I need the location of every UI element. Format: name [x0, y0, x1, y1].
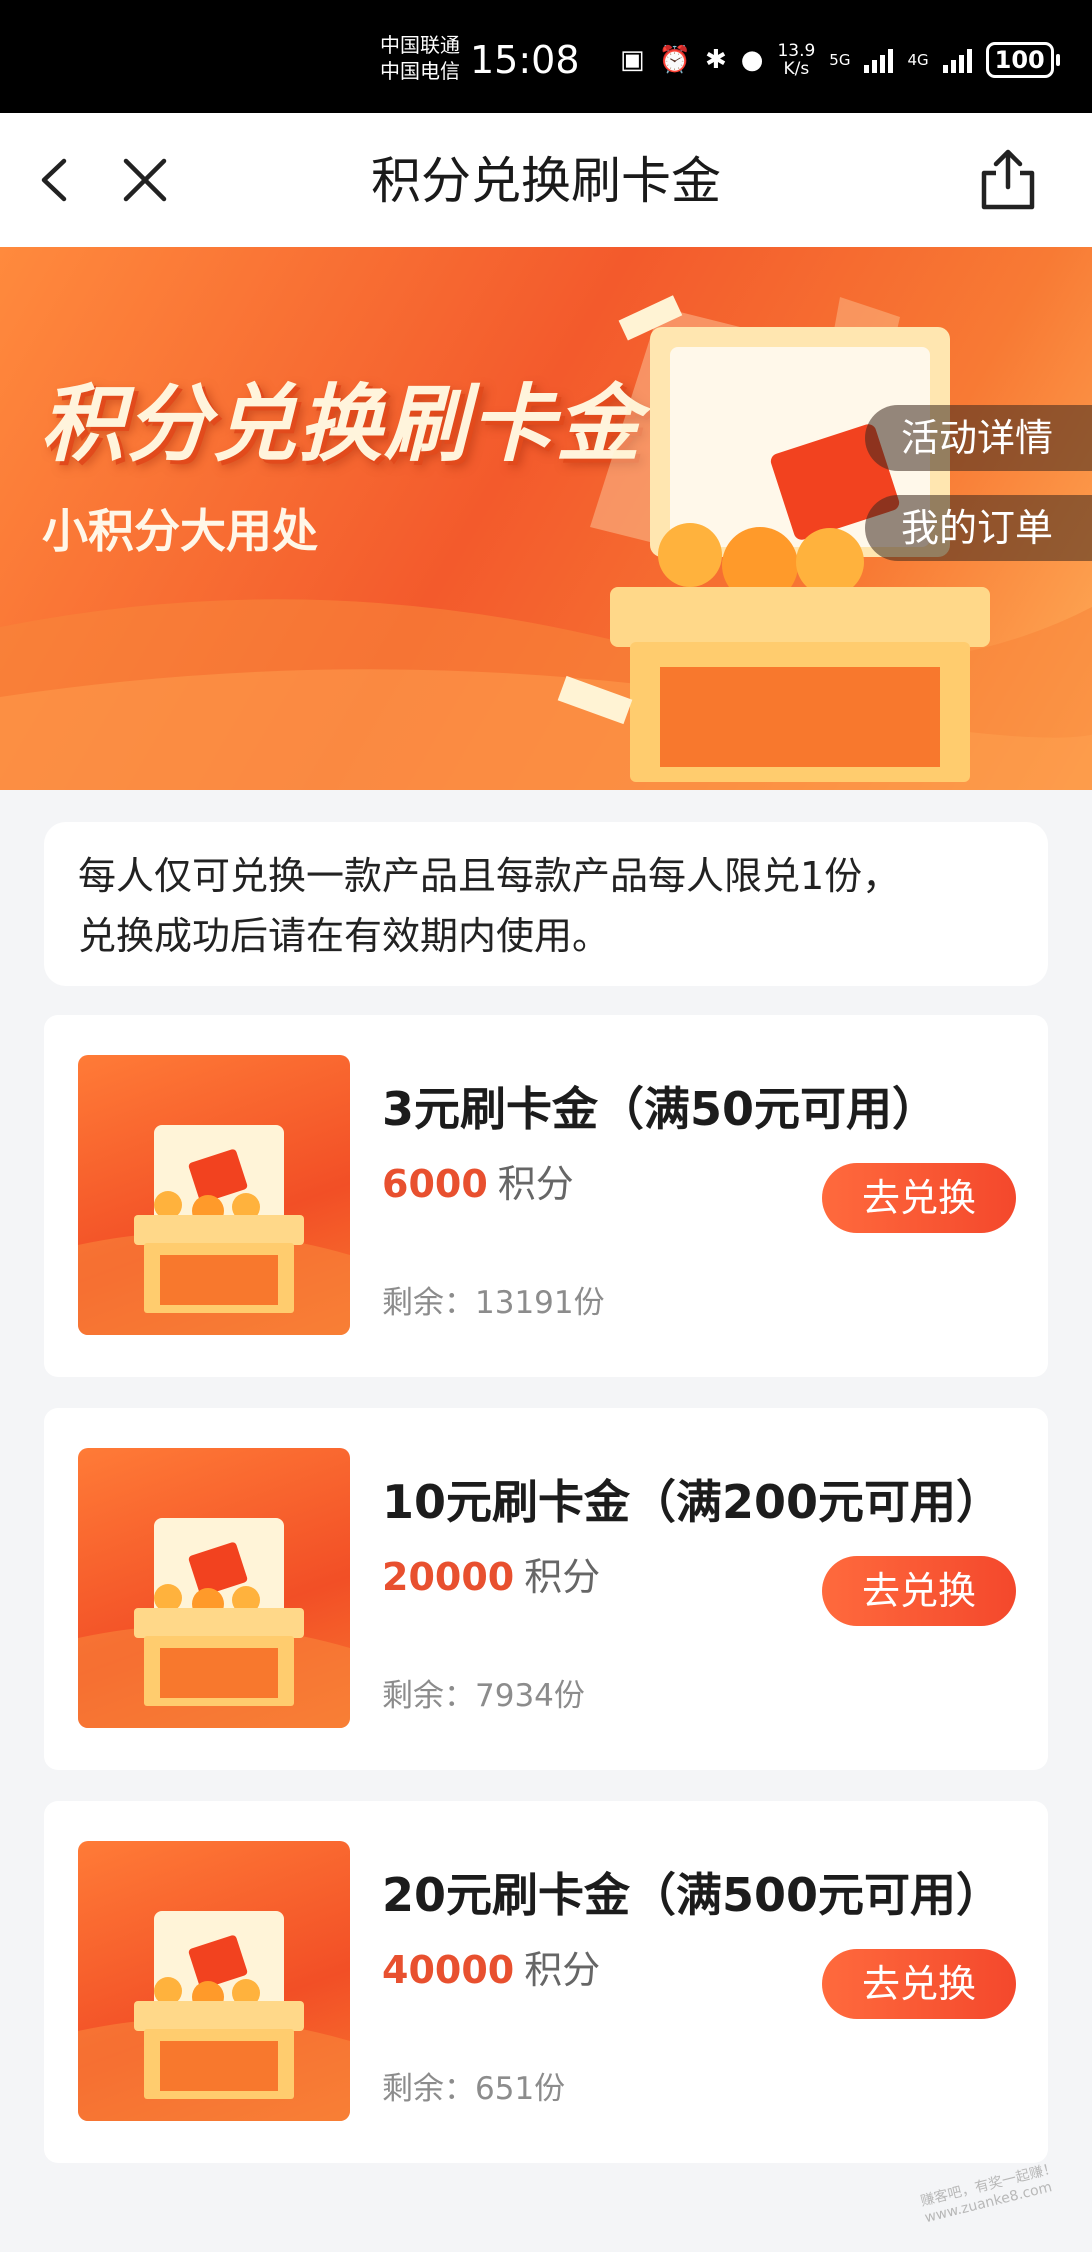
notice-line-1: 每人仅可兑换一款产品且每款产品每人限兑1份， [78, 854, 901, 898]
product-image [78, 1841, 350, 2121]
points-unit: 积分 [524, 1555, 601, 1599]
points-unit: 积分 [524, 1948, 601, 1992]
product-name: 10元刷卡金（满200元可用） [382, 1475, 1003, 1529]
signal-icon-2 [942, 47, 972, 73]
my-orders-button[interactable]: 我的订单 [865, 495, 1092, 561]
redeem-button[interactable]: 去兑换 [822, 1949, 1016, 2019]
product-card: 10元刷卡金（满200元可用） 20000 积分 剩余：7934份 去兑换 [44, 1408, 1048, 1770]
net-speed: 13.9 K/s [777, 41, 816, 79]
status-bar: 中国联通 中国电信 15:08 ▣ ⏰ ✱ ● 13.9 K/s 5G 4G 1… [0, 0, 1092, 113]
product-card: 20元刷卡金（满500元可用） 40000 积分 剩余：651份 去兑换 [44, 1801, 1048, 2163]
location-icon: ● [740, 45, 764, 75]
product-image [78, 1055, 350, 1335]
signal-icon [864, 47, 894, 73]
redeem-button[interactable]: 去兑换 [822, 1163, 1016, 1233]
nfc-icon: ▣ [620, 45, 645, 75]
promo-banner: 积分兑换刷卡金 小积分大用处 活动详情 我的订单 [0, 247, 1092, 790]
activity-details-button[interactable]: 活动详情 [865, 405, 1092, 471]
network-type-1: 5G [829, 51, 851, 69]
page-title: 积分兑换刷卡金 [371, 152, 721, 210]
product-points: 40000 积分 [382, 1939, 600, 1994]
carrier-names: 中国联通 中国电信 [380, 32, 460, 84]
bluetooth-icon: ✱ [704, 45, 727, 75]
share-icon[interactable] [976, 147, 1040, 213]
treasure-chest-icon [78, 1125, 350, 1335]
network-type-2: 4G [907, 51, 929, 69]
product-image [78, 1448, 350, 1728]
alarm-icon: ⏰ [658, 45, 691, 75]
status-icons: ▣ ⏰ ✱ ● 13.9 K/s 5G 4G 100 [620, 40, 1060, 80]
carrier-1: 中国联通 [380, 33, 460, 57]
treasure-chest-icon [78, 1518, 350, 1728]
battery-indicator: 100 [985, 42, 1060, 78]
treasure-chest-icon [78, 1911, 350, 2121]
points-value: 6000 [382, 1162, 488, 1206]
points-unit: 积分 [497, 1162, 574, 1206]
product-name: 20元刷卡金（满500元可用） [382, 1868, 1003, 1922]
stock-remaining: 剩余：7934份 [382, 1678, 585, 1714]
product-points: 6000 积分 [382, 1153, 574, 1208]
redeem-button[interactable]: 去兑换 [822, 1556, 1016, 1626]
product-card: 3元刷卡金（满50元可用） 6000 积分 剩余：13191份 去兑换 [44, 1015, 1048, 1377]
carrier-2: 中国电信 [380, 59, 460, 83]
points-value: 40000 [382, 1948, 515, 1992]
stock-remaining: 剩余：13191份 [382, 1285, 605, 1321]
nav-bar: 积分兑换刷卡金 [0, 113, 1092, 247]
stock-remaining: 剩余：651份 [382, 2071, 566, 2107]
banner-subtitle: 小积分大用处 [42, 504, 318, 558]
redemption-notice: 每人仅可兑换一款产品且每款产品每人限兑1份， 兑换成功后请在有效期内使用。 [44, 822, 1048, 986]
notice-line-2: 兑换成功后请在有效期内使用。 [78, 914, 611, 958]
product-name: 3元刷卡金（满50元可用） [382, 1082, 939, 1136]
product-points: 20000 积分 [382, 1546, 600, 1601]
clock: 15:08 [470, 38, 580, 82]
points-value: 20000 [382, 1555, 515, 1599]
